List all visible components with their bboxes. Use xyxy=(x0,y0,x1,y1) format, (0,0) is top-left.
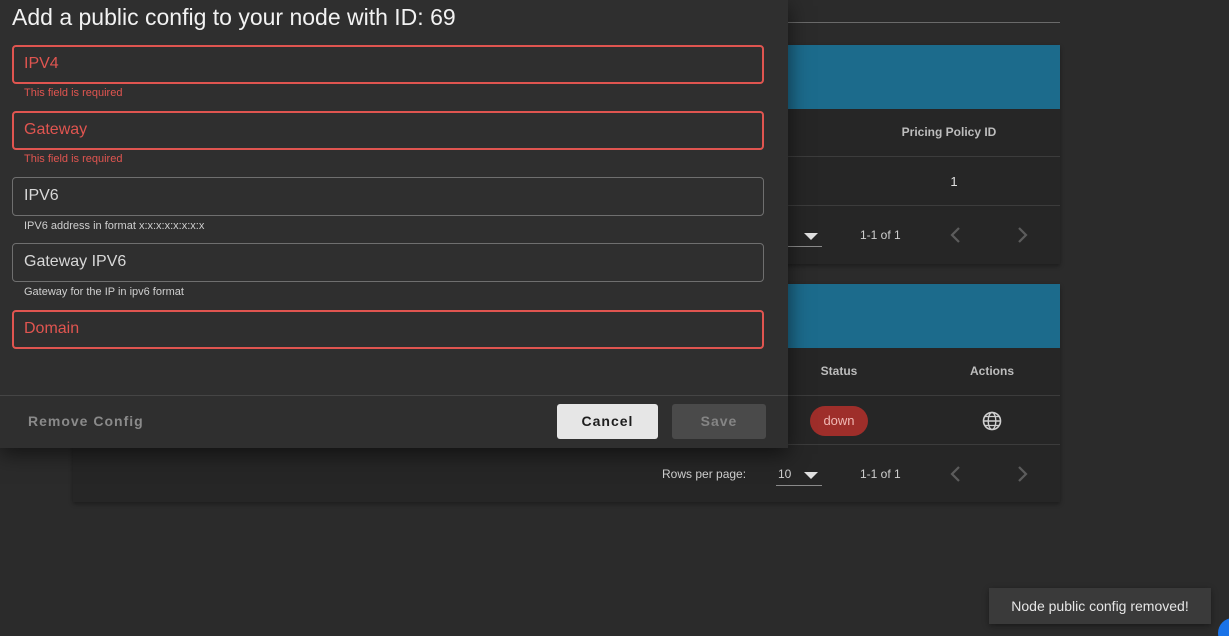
ipv4-field[interactable]: IPV4 xyxy=(12,45,764,84)
domain-field[interactable]: Domain xyxy=(12,310,764,349)
snackbar-message: Node public config removed! xyxy=(989,588,1211,624)
floating-action-button[interactable] xyxy=(1218,618,1229,636)
rows-per-page-select[interactable]: 10 xyxy=(776,462,822,486)
caret-down-icon xyxy=(804,472,818,479)
ipv6-field[interactable]: IPV6 xyxy=(12,177,764,216)
ipv4-helper-text: This field is required xyxy=(24,87,123,99)
caret-down-icon xyxy=(804,233,818,240)
table-cell-pricing-policy-id: 1 xyxy=(950,174,958,189)
globe-icon[interactable] xyxy=(982,411,1002,431)
gateway-ipv6-field[interactable]: Gateway IPV6 xyxy=(12,243,764,282)
gateway-ipv6-field-label: Gateway IPV6 xyxy=(24,253,127,270)
rows-per-page-value: 10 xyxy=(778,467,792,481)
pagination-range: 1-1 of 1 xyxy=(860,467,901,481)
column-header-actions: Actions xyxy=(969,364,1014,378)
gateway-ipv6-helper-text: Gateway for the IP in ipv6 format xyxy=(24,286,184,298)
remove-config-button[interactable]: Remove Config xyxy=(28,413,144,429)
chevron-left-icon[interactable] xyxy=(946,225,966,245)
chevron-left-icon[interactable] xyxy=(946,464,966,484)
gateway-field-label: Gateway xyxy=(24,121,88,138)
column-header-status: Status xyxy=(820,364,858,378)
save-button[interactable]: Save xyxy=(672,404,766,439)
domain-field-label: Domain xyxy=(24,320,80,337)
column-header-pricing-policy-id: Pricing Policy ID xyxy=(901,125,997,139)
dialog-actions-divider xyxy=(0,395,788,396)
page-tabs-underline xyxy=(788,22,1060,23)
gateway-field[interactable]: Gateway xyxy=(12,111,764,150)
rows-per-page-label: Rows per page: xyxy=(662,467,747,481)
ipv4-field-label: IPV4 xyxy=(24,55,59,72)
status-badge: down xyxy=(810,406,868,436)
gateway-helper-text: This field is required xyxy=(24,153,123,165)
cancel-button[interactable]: Cancel xyxy=(557,404,658,439)
dialog-title: Add a public config to your node with ID… xyxy=(12,4,456,30)
ipv6-field-label: IPV6 xyxy=(24,187,59,204)
public-config-dialog: Add a public config to your node with ID… xyxy=(0,0,788,448)
chevron-right-icon[interactable] xyxy=(1012,464,1032,484)
ipv6-helper-text: IPV6 address in format x:x:x:x:x:x:x:x xyxy=(24,220,205,232)
chevron-right-icon[interactable] xyxy=(1012,225,1032,245)
pagination-range: 1-1 of 1 xyxy=(860,228,901,242)
